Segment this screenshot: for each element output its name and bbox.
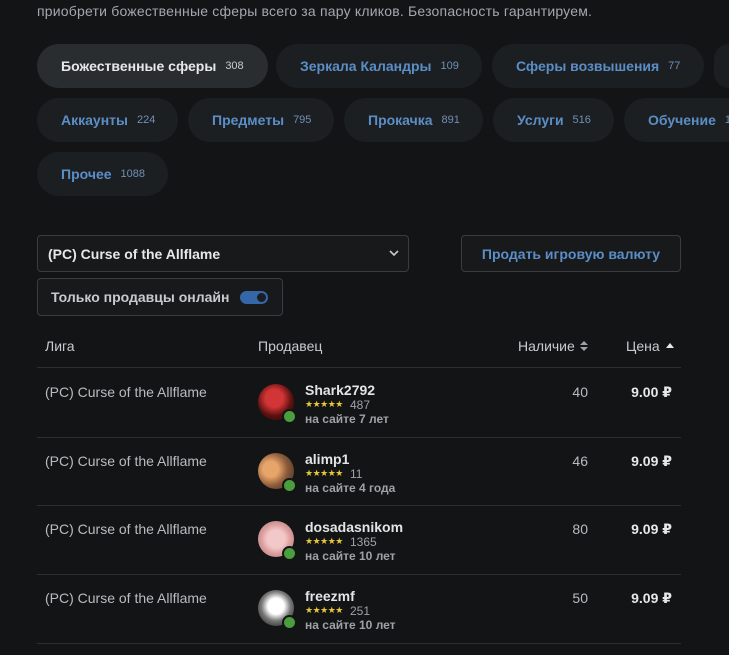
row-divider — [37, 574, 681, 575]
chevron-down-icon — [389, 250, 399, 257]
category-chip-items[interactable]: Предметы 795 — [188, 98, 334, 142]
row-price: 9.09 ₽ — [631, 590, 672, 606]
category-label: Зеркала Каландры — [300, 58, 432, 74]
online-only-label: Только продавцы онлайн — [51, 289, 230, 305]
category-count: 1 — [724, 114, 729, 126]
league-select-value: (PC) Curse of the Allflame — [48, 245, 221, 262]
category-count: 308 — [225, 60, 244, 72]
seller-since: на сайте 10 лет — [305, 549, 396, 563]
online-status-dot — [282, 546, 297, 561]
seller-cell[interactable]: Shark2792 ★★★★★ 487 на сайте 7 лет — [258, 382, 458, 434]
row-divider — [37, 643, 681, 644]
column-header-league: Лига — [45, 338, 75, 354]
rating-stars-icon: ★★★★★ — [305, 399, 343, 409]
seller-cell[interactable]: alimp1 ★★★★★ 11 на сайте 4 года — [258, 451, 458, 503]
online-status-dot — [282, 615, 297, 630]
category-label: Сферы возвышения — [516, 58, 660, 74]
online-only-filter[interactable]: Только продавцы онлайн — [37, 278, 283, 316]
review-count: 1365 — [350, 535, 377, 549]
online-status-dot — [282, 478, 297, 493]
seller-name[interactable]: freezmf — [305, 588, 355, 604]
review-count: 11 — [350, 467, 363, 481]
online-only-switch[interactable] — [240, 291, 268, 304]
seller-since: на сайте 10 лет — [305, 618, 396, 632]
category-label: Услуги — [517, 112, 564, 128]
seller-name[interactable]: dosadasnikom — [305, 519, 403, 535]
category-label: Прочее — [61, 166, 112, 182]
row-divider — [37, 505, 681, 506]
category-count: 1088 — [120, 168, 146, 180]
category-count: 891 — [441, 114, 460, 126]
row-price: 9.09 ₽ — [631, 521, 672, 537]
category-count: 516 — [572, 114, 591, 126]
switch-knob — [257, 293, 266, 302]
seller-name[interactable]: Shark2792 — [305, 382, 375, 398]
review-count: 251 — [350, 604, 371, 618]
category-count: 224 — [136, 114, 156, 126]
category-label: Прокачка — [368, 112, 433, 128]
sort-icon — [579, 341, 588, 351]
category-label: Предметы — [212, 112, 285, 128]
sell-currency-button[interactable]: Продать игровую валюту — [461, 235, 681, 272]
row-price: 9.00 ₽ — [631, 384, 672, 400]
seller-cell[interactable]: dosadasnikom ★★★★★ 1365 на сайте 10 лет — [258, 519, 458, 571]
league-select[interactable]: (PC) Curse of the Allflame — [37, 235, 409, 272]
row-league: (PC) Curse of the Allflame — [45, 453, 207, 469]
column-header-seller: Продавец — [258, 338, 323, 354]
category-chip-accounts[interactable]: Аккаунты 224 — [37, 98, 178, 142]
seller-cell[interactable]: freezmf ★★★★★ 251 на сайте 10 лет — [258, 588, 458, 640]
rating-stars-icon: ★★★★★ — [305, 605, 343, 615]
category-chip-overflow[interactable] — [714, 44, 729, 88]
row-league: (PC) Curse of the Allflame — [45, 590, 207, 606]
category-label: Божественные сферы — [61, 58, 217, 74]
category-chip-leveling[interactable]: Прокачка 891 — [344, 98, 483, 142]
column-header-price-label: Цена — [626, 338, 660, 354]
row-league: (PC) Curse of the Allflame — [45, 521, 207, 537]
review-count: 487 — [350, 398, 371, 412]
category-chip-kalandra-mirrors[interactable]: Зеркала Каландры 109 — [276, 44, 482, 88]
column-header-stock[interactable]: Наличие — [518, 338, 589, 354]
row-stock: 50 — [572, 590, 588, 606]
online-status-dot — [282, 409, 297, 424]
row-price: 9.09 ₽ — [631, 453, 672, 469]
row-divider — [37, 437, 681, 438]
sort-asc-icon — [665, 343, 674, 348]
category-label: Обучение — [648, 112, 716, 128]
column-header-price[interactable]: Цена — [626, 338, 675, 354]
row-stock: 46 — [572, 453, 588, 469]
table-header-divider — [37, 367, 681, 368]
seller-since: на сайте 4 года — [305, 481, 396, 495]
seller-since: на сайте 7 лет — [305, 412, 389, 426]
category-chip-services[interactable]: Услуги 516 — [493, 98, 614, 142]
row-stock: 40 — [572, 384, 588, 400]
row-league: (PC) Curse of the Allflame — [45, 384, 207, 400]
category-chip-exalted-orbs[interactable]: Сферы возвышения 77 — [492, 44, 704, 88]
intro-text: приобрети божественные сферы всего за па… — [37, 0, 729, 20]
category-chip-training[interactable]: Обучение 1 — [624, 98, 729, 142]
category-chip-other[interactable]: Прочее 1088 — [37, 152, 168, 196]
row-stock: 80 — [572, 521, 588, 537]
category-label: Аккаунты — [61, 112, 128, 128]
category-chip-divine-orbs[interactable]: Божественные сферы 308 — [37, 44, 268, 88]
seller-name[interactable]: alimp1 — [305, 451, 349, 467]
category-count: 77 — [668, 60, 681, 72]
rating-stars-icon: ★★★★★ — [305, 468, 343, 478]
rating-stars-icon: ★★★★★ — [305, 536, 343, 546]
column-header-stock-label: Наличие — [518, 338, 575, 354]
category-count: 109 — [440, 60, 459, 72]
category-count: 795 — [293, 114, 312, 126]
intro-line-2: приобрети божественные сферы всего за па… — [37, 3, 593, 19]
